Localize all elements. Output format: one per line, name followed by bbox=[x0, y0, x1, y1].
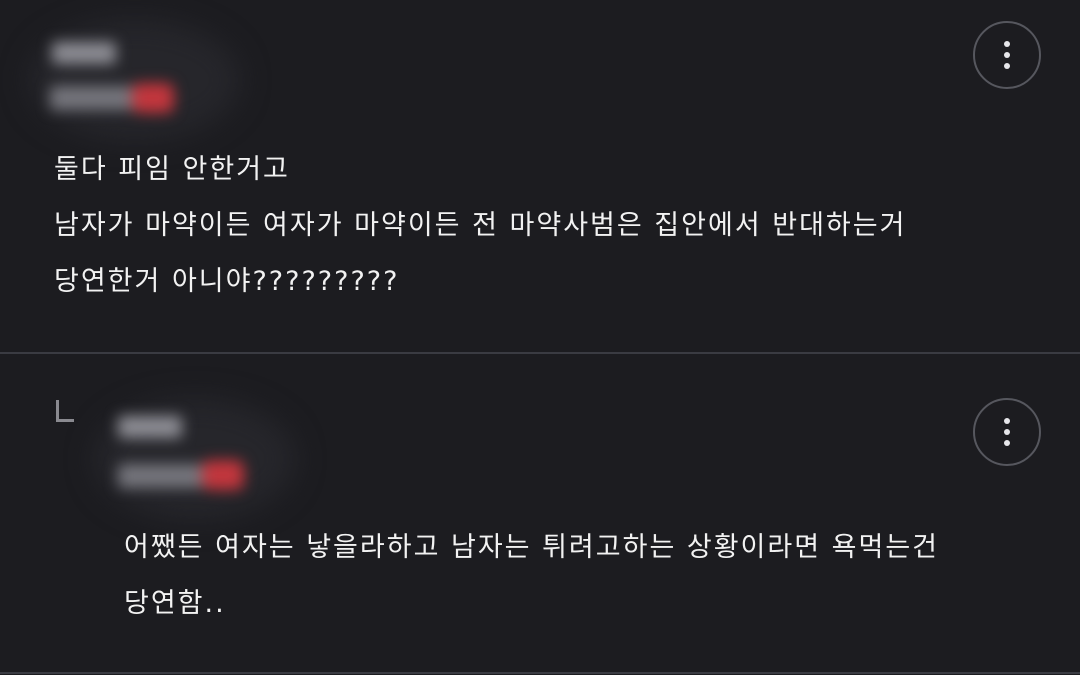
comment-line: 둘다 피임 안한거고 bbox=[54, 154, 290, 185]
comment-text: 둘다 피임 안한거고 남자가 마약이든 여자가 마약이든 전 마약사범은 집안에… bbox=[54, 142, 906, 310]
blurred-user-id bbox=[118, 464, 204, 488]
blurred-username bbox=[52, 42, 116, 64]
more-vertical-icon bbox=[1004, 418, 1010, 446]
blurred-author-info bbox=[0, 0, 300, 140]
comment-item: 둘다 피임 안한거고 남자가 마약이든 여자가 마약이든 전 마약사범은 집안에… bbox=[0, 0, 1080, 352]
comment-text: 어쨌든 여자는 낳을라하고 남자는 튀려고하는 상황이라면 욕먹는건 당연함.. bbox=[124, 520, 939, 632]
comment-line: 당연한거 아니야????????? bbox=[54, 266, 400, 297]
blurred-user-badge bbox=[202, 460, 244, 490]
more-options-button[interactable] bbox=[973, 398, 1041, 466]
blurred-author-info bbox=[0, 354, 320, 524]
blurred-username bbox=[118, 416, 182, 438]
comment-line: 어쨌든 여자는 낳을라하고 남자는 튀려고하는 상황이라면 욕먹는건 bbox=[124, 532, 940, 563]
blurred-user-id bbox=[50, 86, 136, 110]
more-options-button[interactable] bbox=[973, 21, 1041, 89]
comment-line: 당연함.. bbox=[124, 588, 226, 619]
comment-divider bbox=[0, 672, 1080, 674]
comment-line: 남자가 마약이든 여자가 마약이든 전 마약사범은 집안에서 반대하는거 bbox=[54, 210, 907, 241]
comment-thread: 둘다 피임 안한거고 남자가 마약이든 여자가 마약이든 전 마약사범은 집안에… bbox=[0, 0, 1080, 675]
blurred-user-badge bbox=[132, 83, 174, 113]
more-vertical-icon bbox=[1004, 41, 1010, 69]
reply-comment-item: 어쨌든 여자는 낳을라하고 남자는 튀려고하는 상황이라면 욕먹는건 당연함.. bbox=[0, 354, 1080, 672]
